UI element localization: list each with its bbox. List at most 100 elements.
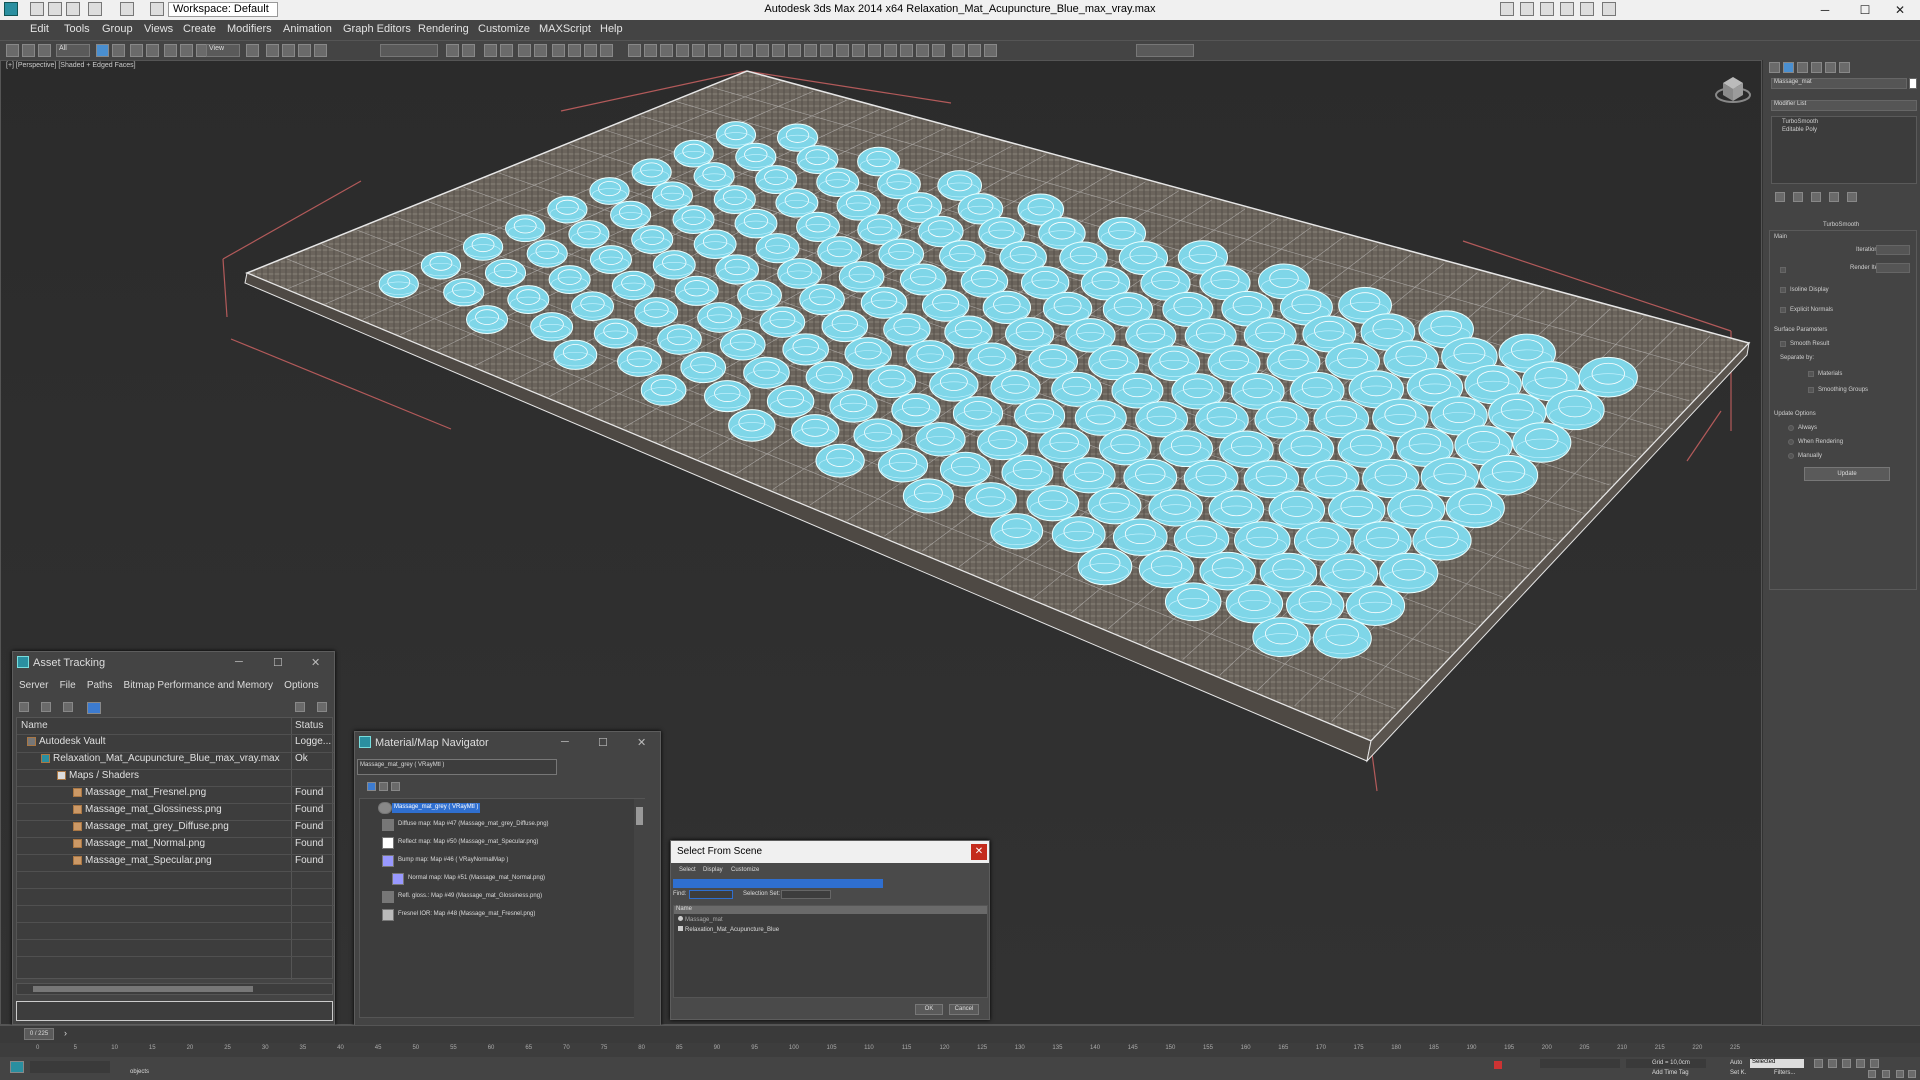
selection-set-dropdown[interactable] xyxy=(781,890,831,899)
render-icon[interactable] xyxy=(600,44,613,57)
vray-lister-icon[interactable] xyxy=(868,44,881,57)
scrollbar-thumb[interactable] xyxy=(636,807,643,825)
track-bar[interactable]: 0 5 10 15 20 25 30 35 40 45 50 55 60 65 70 75 80 85 90 95 10… xyxy=(0,1043,1920,1057)
list-item[interactable]: Maps / Shaders xyxy=(57,770,139,786)
tree-node-map[interactable]: Diffuse map: Map #47 (Massage_mat_grey_D… xyxy=(398,821,549,827)
vray-rt-icon[interactable] xyxy=(884,44,897,57)
maxscript-mini-listener[interactable] xyxy=(30,1061,110,1073)
next-frame-icon[interactable]: › xyxy=(64,1028,67,1038)
object-name-field[interactable]: Massage_mat xyxy=(1771,78,1907,89)
close-button[interactable]: ✕ xyxy=(1880,0,1920,20)
explicit-normals-checkbox[interactable] xyxy=(1780,307,1786,313)
remove-modifier-icon[interactable] xyxy=(1829,192,1839,202)
vray-dr-icon[interactable] xyxy=(900,44,913,57)
list-item[interactable]: Autodesk Vault xyxy=(27,736,106,752)
key-filters-button[interactable]: Filters... xyxy=(1774,1070,1795,1076)
list-item[interactable]: Relaxation_Mat_Acupuncture_Blue_max_vray… xyxy=(41,753,280,769)
horizontal-scrollbar[interactable] xyxy=(16,983,333,995)
customize-menu[interactable]: Customize xyxy=(731,867,759,873)
menu-file[interactable]: File xyxy=(60,680,76,691)
go-to-end-icon[interactable] xyxy=(1870,1059,1879,1068)
time-slider[interactable]: 0 / 225 › xyxy=(0,1025,1920,1043)
maximize-button[interactable]: ☐ xyxy=(273,656,283,669)
modify-tab-icon[interactable] xyxy=(1783,62,1794,73)
stack-item-editable-poly[interactable]: Editable Poly xyxy=(1782,127,1817,133)
list-item[interactable]: Relaxation_Mat_Acupuncture_Blue xyxy=(678,926,779,933)
menu-animation[interactable]: Animation xyxy=(283,23,332,35)
vray-fur-icon[interactable] xyxy=(724,44,737,57)
isolate-icon[interactable] xyxy=(952,44,965,57)
menu-options[interactable]: Options xyxy=(284,680,318,691)
graphite-tools-icon[interactable] xyxy=(500,44,513,57)
iterations-spinner[interactable] xyxy=(1876,245,1910,255)
update-button[interactable]: Update xyxy=(1804,467,1890,481)
menu-create[interactable]: Create xyxy=(183,23,216,35)
extra-toolbar-dropdown[interactable] xyxy=(1136,44,1194,57)
render-iters-checkbox[interactable] xyxy=(1780,267,1786,273)
help-icon[interactable] xyxy=(1602,2,1616,16)
utilities-tab-icon[interactable] xyxy=(1839,62,1850,73)
infocenter-icon[interactable] xyxy=(1520,2,1534,16)
subscription-icon[interactable] xyxy=(1540,2,1554,16)
isoline-checkbox[interactable] xyxy=(1780,287,1786,293)
menu-edit[interactable]: Edit xyxy=(30,23,49,35)
help-icon[interactable] xyxy=(295,702,305,712)
time-slider-thumb[interactable]: 0 / 225 xyxy=(24,1028,54,1040)
asset-tracking-titlebar[interactable]: Asset Tracking ─ ☐ ✕ xyxy=(13,652,334,674)
menu-views[interactable]: Views xyxy=(144,23,173,35)
list-item[interactable]: Massage_mat_Specular.png xyxy=(73,855,212,871)
orbit-icon[interactable] xyxy=(1896,1070,1904,1078)
rotate-icon[interactable] xyxy=(180,44,193,57)
menu-rendering[interactable]: Rendering xyxy=(418,23,469,35)
select-from-scene-titlebar[interactable]: Select From Scene ✕ xyxy=(671,841,989,863)
show-end-result-icon[interactable] xyxy=(1793,192,1803,202)
align-icon[interactable] xyxy=(462,44,475,57)
when-rendering-radio[interactable] xyxy=(1788,439,1794,445)
vray-log-icon[interactable] xyxy=(916,44,929,57)
pin-stack-icon[interactable] xyxy=(1775,192,1785,202)
minimize-button[interactable]: ─ xyxy=(561,736,569,748)
mirror-icon[interactable] xyxy=(446,44,459,57)
search-icon[interactable] xyxy=(1500,2,1514,16)
tree-node-map[interactable]: Fresnel IOR: Map #48 (Massage_mat_Fresne… xyxy=(398,911,535,917)
smooth-result-checkbox[interactable] xyxy=(1780,341,1786,347)
make-unique-icon[interactable] xyxy=(1811,192,1821,202)
bind-spacewarp-icon[interactable] xyxy=(38,44,51,57)
viewcube-icon[interactable] xyxy=(1715,71,1751,107)
vray-sun-icon[interactable] xyxy=(740,44,753,57)
vray-help-icon[interactable] xyxy=(932,44,945,57)
x-coordinate-field[interactable] xyxy=(1540,1059,1620,1068)
list-item[interactable]: Massage_mat_Normal.png xyxy=(73,838,205,854)
vray-proxy-icon[interactable] xyxy=(708,44,721,57)
stack-item-turbosmooth[interactable]: TurboSmooth xyxy=(1782,119,1818,125)
container-icon[interactable] xyxy=(984,44,997,57)
unlink-icon[interactable] xyxy=(22,44,35,57)
tree-node-material[interactable]: Massage_mat_grey ( VRayMtl ) xyxy=(392,803,481,813)
minimize-button[interactable]: ─ xyxy=(235,656,243,668)
display-menu[interactable]: Display xyxy=(703,867,723,873)
move-icon[interactable] xyxy=(164,44,177,57)
turbosmooth-rollout-title[interactable]: TurboSmooth xyxy=(1823,222,1859,228)
vray-material-icon[interactable] xyxy=(788,44,801,57)
col-name-header[interactable]: Name xyxy=(21,720,48,731)
vray-scene-converter-icon[interactable] xyxy=(852,44,865,57)
vray-properties-icon[interactable] xyxy=(836,44,849,57)
selection-filter-dropdown[interactable]: All xyxy=(56,44,90,57)
tree-node-map[interactable]: Bump map: Map #46 ( VRayNormalMap ) xyxy=(398,857,508,863)
close-button[interactable]: ✕ xyxy=(971,844,987,860)
refresh-icon[interactable] xyxy=(63,702,73,712)
list-item[interactable]: Massage_mat_Fresnel.png xyxy=(73,787,206,803)
close-button[interactable]: ✕ xyxy=(311,656,320,669)
minimize-button[interactable]: ─ xyxy=(1805,0,1845,20)
viewport-label[interactable]: [+] [Perspective] [Shaded + Edged Faces] xyxy=(6,62,136,69)
list-view-icon[interactable] xyxy=(367,782,376,791)
menu-bitmap-performance[interactable]: Bitmap Performance and Memory xyxy=(124,680,274,691)
curve-editor-icon[interactable] xyxy=(518,44,531,57)
select-object-icon[interactable] xyxy=(96,44,109,57)
object-color-swatch[interactable] xyxy=(1909,78,1917,89)
large-icons-view-icon[interactable] xyxy=(391,782,400,791)
go-to-start-icon[interactable] xyxy=(1814,1059,1823,1068)
snaps-icon[interactable] xyxy=(266,44,279,57)
maximize-button[interactable]: ☐ xyxy=(1845,0,1885,20)
maximize-viewport-icon[interactable] xyxy=(1908,1070,1916,1078)
